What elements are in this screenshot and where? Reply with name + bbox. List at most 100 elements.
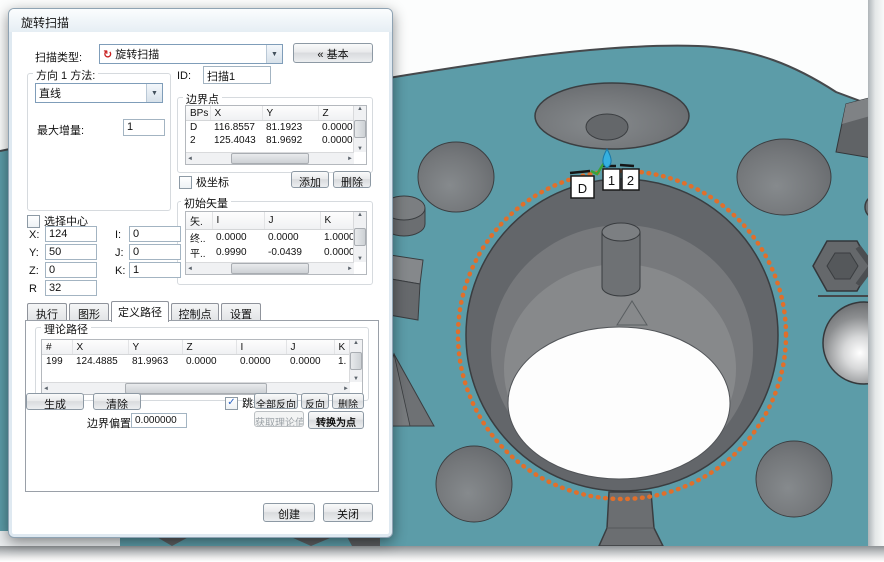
- clear-button[interactable]: 清除: [93, 393, 141, 410]
- scroll-up-icon[interactable]: ▲: [357, 212, 363, 218]
- horizontal-scrollbar[interactable]: ◄ ►: [186, 152, 354, 164]
- column-header[interactable]: K: [320, 212, 354, 230]
- column-header[interactable]: I: [212, 212, 264, 230]
- cell[interactable]: 116.8557: [210, 121, 262, 135]
- cell[interactable]: 平..: [186, 245, 212, 260]
- cell[interactable]: 199: [42, 355, 72, 369]
- scroll-right-icon[interactable]: ►: [347, 156, 353, 162]
- tab-settings[interactable]: 设置: [221, 303, 261, 321]
- column-header[interactable]: X: [72, 340, 128, 355]
- tab-control-points[interactable]: 控制点: [171, 303, 219, 321]
- checkbox-checked-icon[interactable]: ✓: [225, 397, 238, 410]
- z-field[interactable]: 0: [45, 262, 97, 278]
- i-field[interactable]: 0: [129, 226, 181, 242]
- boundary-points-table[interactable]: BPs X Y Z D 116.8557 81.1923 0.0000 2 12…: [185, 105, 367, 165]
- scroll-left-icon[interactable]: ◄: [187, 156, 193, 162]
- cell[interactable]: 0.9990: [212, 245, 264, 260]
- column-header[interactable]: BPs: [186, 106, 210, 121]
- convert-to-points-button[interactable]: 转换为点: [308, 411, 364, 429]
- theoretical-path-table[interactable]: # X Y Z I J K 199 124.4885 81.9963 0.000…: [41, 339, 363, 395]
- scroll-down-icon[interactable]: ▼: [353, 376, 359, 382]
- table-row[interactable]: 199 124.4885 81.9963 0.0000 0.0000 0.000…: [42, 355, 352, 369]
- cell[interactable]: 0.0000: [212, 230, 264, 246]
- column-header[interactable]: J: [286, 340, 334, 355]
- tab-define-path[interactable]: 定义路径: [111, 301, 169, 322]
- scrollbar-thumb[interactable]: [350, 352, 362, 370]
- cell[interactable]: 0.0000: [286, 355, 334, 369]
- scroll-right-icon[interactable]: ►: [347, 266, 353, 272]
- scroll-up-icon[interactable]: ▲: [353, 340, 359, 346]
- direction-method-combo[interactable]: 直线 ▼: [35, 83, 163, 103]
- checkbox-box[interactable]: [27, 215, 40, 228]
- column-header[interactable]: Y: [128, 340, 182, 355]
- vertical-scrollbar[interactable]: ▲ ▼: [353, 212, 366, 262]
- checkbox-box[interactable]: [179, 176, 192, 189]
- scrollbar-thumb[interactable]: [354, 120, 366, 138]
- vertical-scrollbar[interactable]: ▲ ▼: [353, 106, 366, 152]
- table-row[interactable]: 2 125.4043 81.9692 0.0000: [186, 134, 354, 147]
- y-field[interactable]: 50: [45, 244, 97, 260]
- scroll-down-icon[interactable]: ▼: [357, 146, 363, 152]
- basic-toggle-button[interactable]: « 基本: [293, 43, 373, 63]
- scroll-left-icon[interactable]: ◄: [43, 386, 49, 392]
- delete-button[interactable]: 删除: [333, 171, 371, 188]
- cell[interactable]: 1.0000: [320, 230, 354, 246]
- k-field[interactable]: 1: [129, 262, 181, 278]
- id-field[interactable]: 扫描1: [203, 66, 271, 84]
- cell[interactable]: -0.0439: [264, 245, 320, 260]
- cell[interactable]: 81.9692: [262, 134, 318, 147]
- cell[interactable]: 0.0000: [318, 121, 354, 135]
- column-header[interactable]: #: [42, 340, 72, 355]
- column-header[interactable]: 矢.: [186, 212, 212, 230]
- polar-coordinates-checkbox[interactable]: 极坐标: [179, 174, 229, 190]
- column-header[interactable]: Z: [318, 106, 354, 121]
- scroll-left-icon[interactable]: ◄: [187, 266, 193, 272]
- scroll-up-icon[interactable]: ▲: [357, 106, 363, 112]
- tab-execute[interactable]: 执行: [27, 303, 67, 321]
- table-row[interactable]: D 116.8557 81.1923 0.0000: [186, 121, 354, 135]
- scrollbar-thumb[interactable]: [231, 153, 309, 164]
- table-row[interactable]: 平.. 0.9990 -0.0439 0.0000: [186, 245, 354, 260]
- column-header[interactable]: Z: [182, 340, 236, 355]
- scrollbar-thumb[interactable]: [125, 383, 268, 394]
- horizontal-scrollbar[interactable]: ◄ ►: [186, 262, 354, 274]
- add-button[interactable]: 添加: [291, 171, 329, 188]
- create-button[interactable]: 创建: [263, 503, 315, 522]
- initial-vector-table[interactable]: 矢. I J K 终.. 0.0000 0.0000 1.0000 平.. 0.…: [185, 211, 367, 275]
- cell[interactable]: 2: [186, 134, 210, 147]
- cell[interactable]: 0.0000: [182, 355, 236, 369]
- column-header[interactable]: X: [210, 106, 262, 121]
- cell[interactable]: 125.4043: [210, 134, 262, 147]
- column-header[interactable]: J: [264, 212, 320, 230]
- max-increment-field[interactable]: 1: [123, 119, 165, 136]
- reverse-button[interactable]: 反向: [301, 393, 329, 409]
- cell[interactable]: 0.0000: [264, 230, 320, 246]
- cell[interactable]: 0.0000: [320, 245, 354, 260]
- cell[interactable]: 0.0000: [236, 355, 286, 369]
- tab-graphics[interactable]: 图形: [69, 303, 109, 321]
- marker-label-2[interactable]: 2: [622, 169, 639, 190]
- r-field[interactable]: 32: [45, 280, 97, 296]
- close-button[interactable]: 关闭: [323, 503, 373, 522]
- cell[interactable]: 124.4885: [72, 355, 128, 369]
- boundary-offset-field[interactable]: 0.000000: [131, 413, 187, 428]
- chevron-down-icon[interactable]: ▼: [146, 84, 162, 102]
- scrollbar-thumb[interactable]: [354, 228, 366, 246]
- cell[interactable]: 81.1923: [262, 121, 318, 135]
- vertical-scrollbar[interactable]: ▲ ▼: [349, 340, 362, 382]
- delete-path-button[interactable]: 删除: [332, 393, 364, 409]
- reverse-all-button[interactable]: 全部反向: [254, 393, 298, 409]
- scan-type-combo[interactable]: ↻ 旋转扫描 ▼: [99, 44, 283, 64]
- dialog-title[interactable]: 旋转扫描: [9, 9, 392, 32]
- cell[interactable]: 81.9963: [128, 355, 182, 369]
- cell[interactable]: D: [186, 121, 210, 135]
- j-field[interactable]: 0: [129, 244, 181, 260]
- generate-button[interactable]: 生成: [26, 393, 84, 410]
- column-header[interactable]: Y: [262, 106, 318, 121]
- marker-label-1[interactable]: 1: [603, 169, 620, 190]
- marker-label-d[interactable]: D: [571, 176, 594, 198]
- table-row[interactable]: 终.. 0.0000 0.0000 1.0000: [186, 230, 354, 246]
- scrollbar-thumb[interactable]: [231, 263, 309, 274]
- chevron-down-icon[interactable]: ▼: [266, 45, 282, 63]
- cell[interactable]: 终..: [186, 230, 212, 246]
